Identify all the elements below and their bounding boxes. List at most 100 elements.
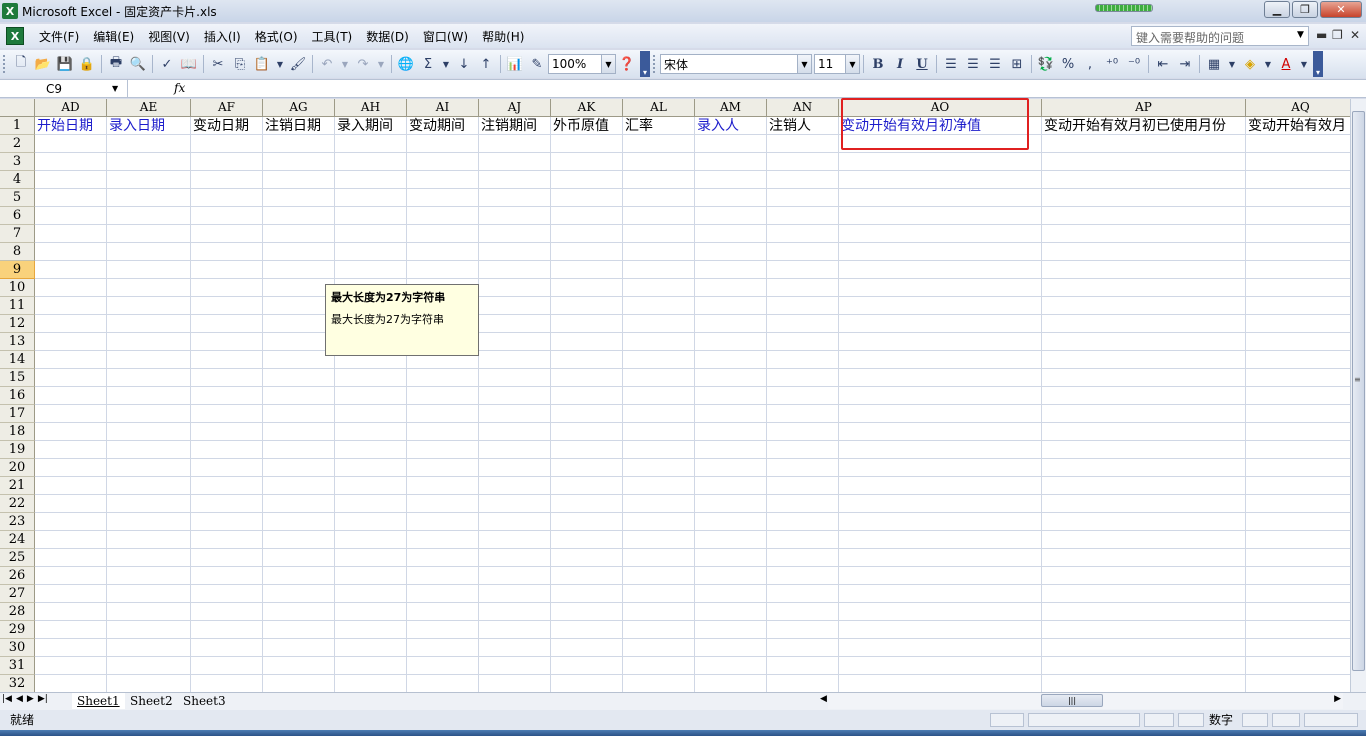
grid-cell[interactable] bbox=[839, 459, 1042, 477]
grid-cell[interactable] bbox=[263, 549, 335, 567]
row-header[interactable]: 7 bbox=[0, 225, 35, 243]
grid-cell[interactable] bbox=[551, 171, 623, 189]
header-cell[interactable]: 录入日期 bbox=[107, 117, 191, 135]
paste-icon[interactable]: 📋 bbox=[252, 54, 272, 74]
row-header[interactable]: 16 bbox=[0, 387, 35, 405]
grid-cell[interactable] bbox=[1042, 279, 1246, 297]
grid-cell[interactable] bbox=[407, 621, 479, 639]
grid-cell[interactable] bbox=[479, 369, 551, 387]
grid-cell[interactable] bbox=[839, 369, 1042, 387]
row-header[interactable]: 19 bbox=[0, 441, 35, 459]
grid-cell[interactable] bbox=[479, 207, 551, 225]
grid-cell[interactable] bbox=[107, 369, 191, 387]
row-header[interactable]: 22 bbox=[0, 495, 35, 513]
grid-cell[interactable] bbox=[335, 171, 407, 189]
grid-cell[interactable] bbox=[839, 513, 1042, 531]
grid-cell[interactable] bbox=[551, 441, 623, 459]
grid-cell[interactable] bbox=[407, 171, 479, 189]
header-cell[interactable]: 录入期间 bbox=[335, 117, 407, 135]
grid-cell[interactable] bbox=[107, 639, 191, 657]
grid-cell[interactable] bbox=[551, 279, 623, 297]
vertical-scroll-thumb[interactable] bbox=[1352, 111, 1365, 671]
minimize-button[interactable]: ▁ bbox=[1264, 1, 1290, 18]
grid-cell[interactable] bbox=[695, 171, 767, 189]
permission-icon[interactable]: 🔒 bbox=[77, 54, 97, 74]
grid-cell[interactable] bbox=[623, 423, 695, 441]
grid-cell[interactable] bbox=[695, 243, 767, 261]
row-header[interactable]: 12 bbox=[0, 315, 35, 333]
menu-tools[interactable]: 工具(T) bbox=[305, 28, 360, 45]
grid-cell[interactable] bbox=[191, 477, 263, 495]
spreadsheet-grid[interactable]: AD AE AF AG AH AI AJ AK AL AM AN AO AP AQ 1 开始日期 录入日期 变动日… bbox=[0, 99, 1350, 692]
grid-cell[interactable] bbox=[479, 171, 551, 189]
column-header[interactable]: AL bbox=[623, 99, 695, 117]
grid-cell[interactable] bbox=[263, 423, 335, 441]
grid-cell[interactable] bbox=[107, 567, 191, 585]
grid-cell[interactable] bbox=[623, 369, 695, 387]
grid-cell[interactable] bbox=[767, 621, 839, 639]
grid-cell[interactable] bbox=[407, 567, 479, 585]
grid-cell[interactable] bbox=[551, 261, 623, 279]
grid-cell[interactable] bbox=[107, 603, 191, 621]
grid-cell[interactable] bbox=[335, 207, 407, 225]
grid-cell[interactable] bbox=[479, 513, 551, 531]
toolbar-grip[interactable] bbox=[653, 55, 657, 73]
grid-cell[interactable] bbox=[1246, 405, 1350, 423]
grid-cell[interactable] bbox=[263, 513, 335, 531]
header-cell[interactable]: 开始日期 bbox=[35, 117, 107, 135]
grid-cell[interactable] bbox=[191, 513, 263, 531]
grid-cell[interactable] bbox=[695, 135, 767, 153]
row-header[interactable]: 2 bbox=[0, 135, 35, 153]
chevron-down-icon[interactable]: ▼ bbox=[440, 54, 452, 74]
grid-cell[interactable] bbox=[191, 207, 263, 225]
header-cell[interactable]: 录入人 bbox=[695, 117, 767, 135]
grid-cell[interactable] bbox=[107, 171, 191, 189]
grid-cell[interactable] bbox=[695, 351, 767, 369]
chevron-down-icon[interactable]: ▼ bbox=[112, 80, 118, 98]
grid-cell[interactable] bbox=[695, 189, 767, 207]
grid-cell[interactable] bbox=[479, 243, 551, 261]
grid-cell[interactable] bbox=[191, 153, 263, 171]
grid-cell[interactable] bbox=[107, 585, 191, 603]
grid-cell[interactable] bbox=[479, 477, 551, 495]
grid-cell[interactable] bbox=[35, 585, 107, 603]
grid-cell[interactable] bbox=[1042, 531, 1246, 549]
grid-cell[interactable] bbox=[839, 243, 1042, 261]
grid-cell[interactable] bbox=[191, 531, 263, 549]
grid-cell[interactable] bbox=[1042, 441, 1246, 459]
grid-cell[interactable] bbox=[695, 207, 767, 225]
grid-cell[interactable] bbox=[695, 315, 767, 333]
chart-wizard-icon[interactable]: 📊 bbox=[505, 54, 525, 74]
grid-cell[interactable] bbox=[1246, 495, 1350, 513]
grid-cell[interactable] bbox=[263, 207, 335, 225]
chevron-down-icon[interactable]: ▼ bbox=[339, 54, 351, 74]
horizontal-scroll-thumb[interactable]: ||| bbox=[1041, 694, 1103, 707]
grid-cell[interactable] bbox=[479, 639, 551, 657]
grid-cell[interactable] bbox=[551, 495, 623, 513]
grid-cell[interactable] bbox=[479, 225, 551, 243]
underline-button[interactable]: U bbox=[912, 54, 932, 74]
grid-cell[interactable] bbox=[191, 297, 263, 315]
grid-cell[interactable] bbox=[551, 333, 623, 351]
chevron-down-icon[interactable]: ▼ bbox=[601, 55, 615, 73]
grid-cell[interactable] bbox=[1246, 459, 1350, 477]
grid-cell[interactable] bbox=[1042, 351, 1246, 369]
grid-cell[interactable] bbox=[335, 387, 407, 405]
grid-cell[interactable] bbox=[1042, 243, 1246, 261]
grid-cell[interactable] bbox=[695, 639, 767, 657]
grid-cell[interactable] bbox=[623, 585, 695, 603]
grid-cell[interactable] bbox=[35, 297, 107, 315]
grid-cell[interactable] bbox=[35, 315, 107, 333]
grid-cell[interactable] bbox=[839, 585, 1042, 603]
next-sheet-icon[interactable]: ▶ bbox=[27, 694, 34, 704]
grid-cell[interactable] bbox=[695, 387, 767, 405]
grid-cell[interactable] bbox=[335, 603, 407, 621]
grid-cell[interactable] bbox=[107, 459, 191, 477]
grid-cell[interactable] bbox=[1246, 423, 1350, 441]
grid-cell[interactable] bbox=[839, 225, 1042, 243]
grid-cell[interactable] bbox=[335, 477, 407, 495]
grid-cell[interactable] bbox=[767, 441, 839, 459]
grid-cell[interactable] bbox=[695, 369, 767, 387]
spelling-icon[interactable]: ✓ bbox=[157, 54, 177, 74]
grid-cell[interactable] bbox=[767, 549, 839, 567]
